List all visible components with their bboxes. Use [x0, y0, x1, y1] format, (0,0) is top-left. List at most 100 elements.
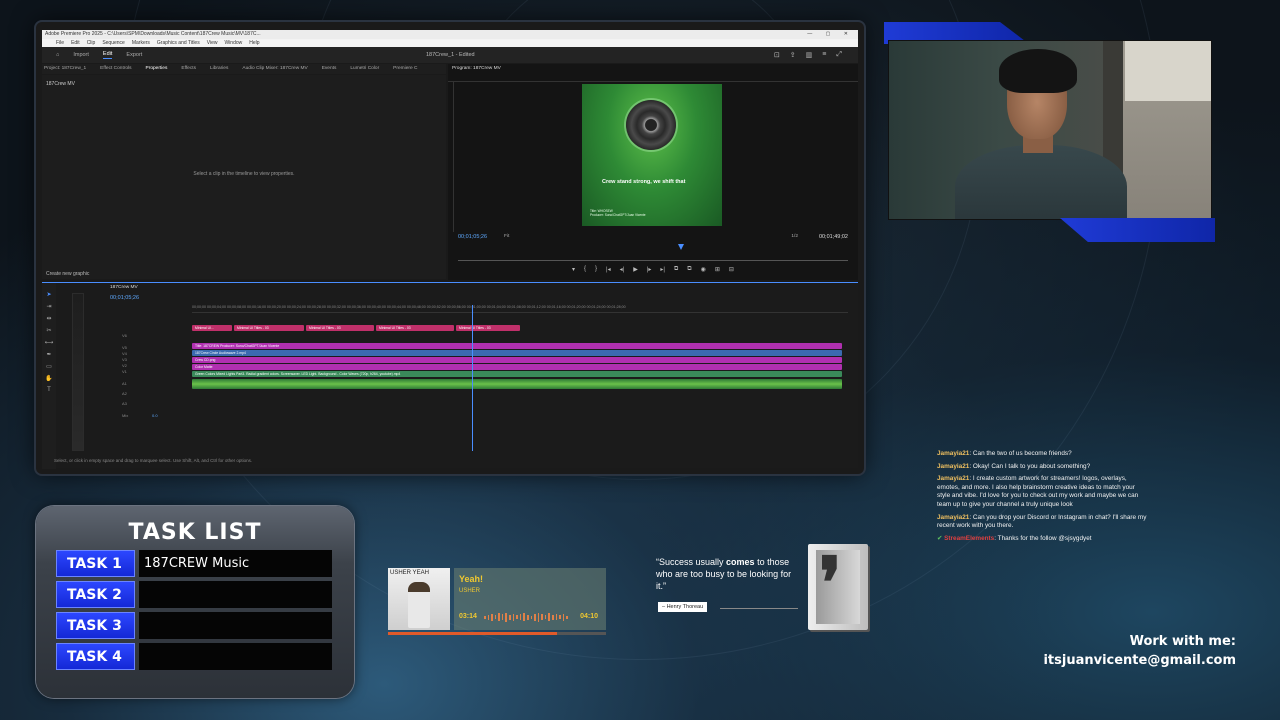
program-timecode[interactable]: 00;01;05;26 [458, 234, 487, 240]
program-monitor: Program: 187Crew MV Crew stand strong, w… [448, 64, 858, 280]
timeline-clip[interactable]: Green Colors Mixed Lights Part3. Radial … [192, 371, 842, 377]
webcam-window [1125, 41, 1211, 101]
tab-effects[interactable]: Effects [181, 64, 196, 74]
waveform-bar [519, 614, 522, 620]
marker-icon[interactable]: ▾ [572, 266, 575, 273]
timeline-ruler[interactable]: 00;00;00 00;00;04;00 00;00;08;00 00;00;1… [192, 305, 848, 313]
ripple-edit-icon[interactable]: ⇹ [46, 315, 51, 322]
camera-icon[interactable]: ◉ [701, 266, 706, 273]
tab-edit[interactable]: Edit [102, 51, 113, 59]
chat-text: Okay! Can I talk to you about something? [972, 462, 1091, 470]
pen-icon[interactable]: ✒ [46, 351, 51, 358]
fullscreen-icon[interactable]: ⊡ [774, 51, 780, 59]
track-select-icon[interactable]: ⇥ [46, 303, 51, 310]
chat-username: Jamayia21 [937, 462, 970, 470]
timeline-timecode[interactable]: 00;01;05;26 [110, 295, 139, 301]
now-playing-card: Yeah! USHER 03:14 04:10 [454, 568, 606, 630]
menu-markers[interactable]: Markers [132, 39, 150, 47]
menu-icon[interactable]: ≡ [822, 51, 826, 59]
panel-tabs: Project: 187Crew_1 Effect Controls Prope… [42, 64, 446, 74]
song-total-time: 04:10 [580, 613, 598, 620]
transport-controls: ▾ { } |◂ ◂| ▶ |▸ ▸| ⧉ ⧉ ◉ ⊞ ⊟ [572, 266, 734, 273]
menu-clip[interactable]: Clip [87, 39, 96, 47]
chat-message: ✔ StreamElements: Thanks for the follow … [937, 534, 1092, 542]
program-scrubber[interactable] [458, 260, 848, 261]
waveform-bar [544, 615, 547, 619]
mark-in-icon[interactable]: { [584, 266, 586, 273]
timeline-playhead[interactable] [472, 305, 473, 451]
window-controls[interactable]: — ▢ ✕ [807, 30, 854, 39]
chat-username: Jamayia21 [937, 513, 970, 521]
tab-libraries[interactable]: Libraries [210, 64, 228, 74]
document-title: 187Crew_1 - Edited [426, 52, 475, 58]
timeline-clip[interactable]: Minimal UI Titles - 03 [306, 325, 374, 331]
track-label-a1: A1 [122, 381, 127, 386]
timeline-clip[interactable]: Minimal UI Titles - 03 [234, 325, 304, 331]
mix-value[interactable]: 0.0 [152, 413, 158, 418]
play-icon[interactable]: ▶ [633, 266, 638, 273]
tab-properties[interactable]: Properties [146, 64, 168, 74]
settings-icon[interactable]: ⊟ [729, 266, 734, 273]
waveform-bar [509, 614, 511, 620]
song-artist: USHER [459, 588, 481, 594]
rectangle-icon[interactable]: ▭ [46, 363, 52, 370]
timeline-clip[interactable]: 187Crew Circle Audiowave 2.mp4 [192, 350, 842, 356]
program-tab[interactable]: Program: 187Crew MV [452, 66, 501, 71]
webcam-feed [888, 40, 1212, 220]
tab-export[interactable]: Export [126, 52, 142, 58]
hand-icon[interactable]: ✋ [45, 375, 52, 382]
quality-dropdown[interactable]: 1/2 [791, 234, 798, 239]
menu-edit[interactable]: Edit [71, 39, 80, 47]
mark-out-icon[interactable]: } [595, 266, 597, 273]
menu-file[interactable]: File [56, 39, 64, 47]
program-playhead[interactable] [678, 244, 684, 250]
tab-audio-clip-mixer[interactable]: Audio Clip Mixer: 187Crew MV [242, 64, 307, 74]
fit-dropdown[interactable]: Fit [504, 234, 509, 239]
step-forward-icon[interactable]: |▸ [647, 266, 652, 273]
panels-icon[interactable]: ▥ [806, 51, 813, 59]
create-graphic-button[interactable]: Create new graphic [46, 271, 89, 277]
lift-icon[interactable]: ⧉ [674, 266, 678, 273]
go-to-in-icon[interactable]: |◂ [606, 266, 611, 273]
comparison-icon[interactable]: ⊞ [715, 266, 720, 273]
waveform-bar [551, 614, 554, 620]
waveform-bar [555, 614, 558, 620]
menu-graphics[interactable]: Graphics and Titles [157, 39, 200, 47]
album-art-text: USHER YEAH [390, 570, 429, 576]
menu-view[interactable]: View [207, 39, 218, 47]
timeline-clip[interactable]: Minimal UI... [192, 325, 232, 331]
timeline-tab[interactable]: 187Crew MV [110, 285, 138, 290]
tab-events[interactable]: Events [322, 64, 337, 74]
waveform-bar [491, 613, 493, 621]
track-label-v4: V4 [122, 351, 127, 356]
streamer-hair [999, 49, 1077, 93]
timeline-clip[interactable]: Title: 187CREW Producer: Suno/ChatGPT/Ju… [192, 343, 842, 349]
tab-project[interactable]: Project: 187Crew_1 [44, 64, 86, 74]
home-icon[interactable]: ⌂ [56, 52, 59, 58]
timeline-clip[interactable]: Minimal UI Titles - 03 [456, 325, 520, 331]
extract-icon[interactable]: ⧉ [687, 266, 691, 273]
tab-import[interactable]: Import [73, 52, 89, 58]
go-to-out-icon[interactable]: ▸| [660, 266, 665, 273]
quote-mark-block: ❜ [808, 544, 868, 630]
timeline-clip[interactable]: Color Matte [192, 364, 842, 370]
menu-window[interactable]: Window [224, 39, 242, 47]
audio-clip-waveform[interactable] [192, 379, 842, 389]
step-back-icon[interactable]: ◂| [620, 266, 625, 273]
razor-icon[interactable]: ✂ [46, 327, 51, 334]
quote-author: – Henry Thoreau [658, 602, 708, 612]
timeline-clip[interactable]: Minimal UI Titles - 03 [376, 325, 454, 331]
type-icon[interactable]: T [47, 387, 51, 393]
slip-icon[interactable]: ⟷ [45, 339, 54, 346]
menu-help[interactable]: Help [249, 39, 259, 47]
audio-waveform [484, 612, 568, 622]
song-progress-fill [388, 632, 557, 635]
selection-tool-icon[interactable]: ➤ [46, 291, 51, 298]
menu-sequence[interactable]: Sequence [102, 39, 125, 47]
tab-effect-controls[interactable]: Effect Controls [100, 64, 131, 74]
tab-lumetri[interactable]: Lumetri Color [350, 64, 379, 74]
share-icon[interactable]: ⇪ [790, 51, 796, 59]
tab-premiere-c[interactable]: Premiere C [393, 64, 417, 74]
timeline-clip[interactable]: Crew CD.png [192, 357, 842, 363]
maximize-icon[interactable]: ⤢ [836, 51, 842, 59]
